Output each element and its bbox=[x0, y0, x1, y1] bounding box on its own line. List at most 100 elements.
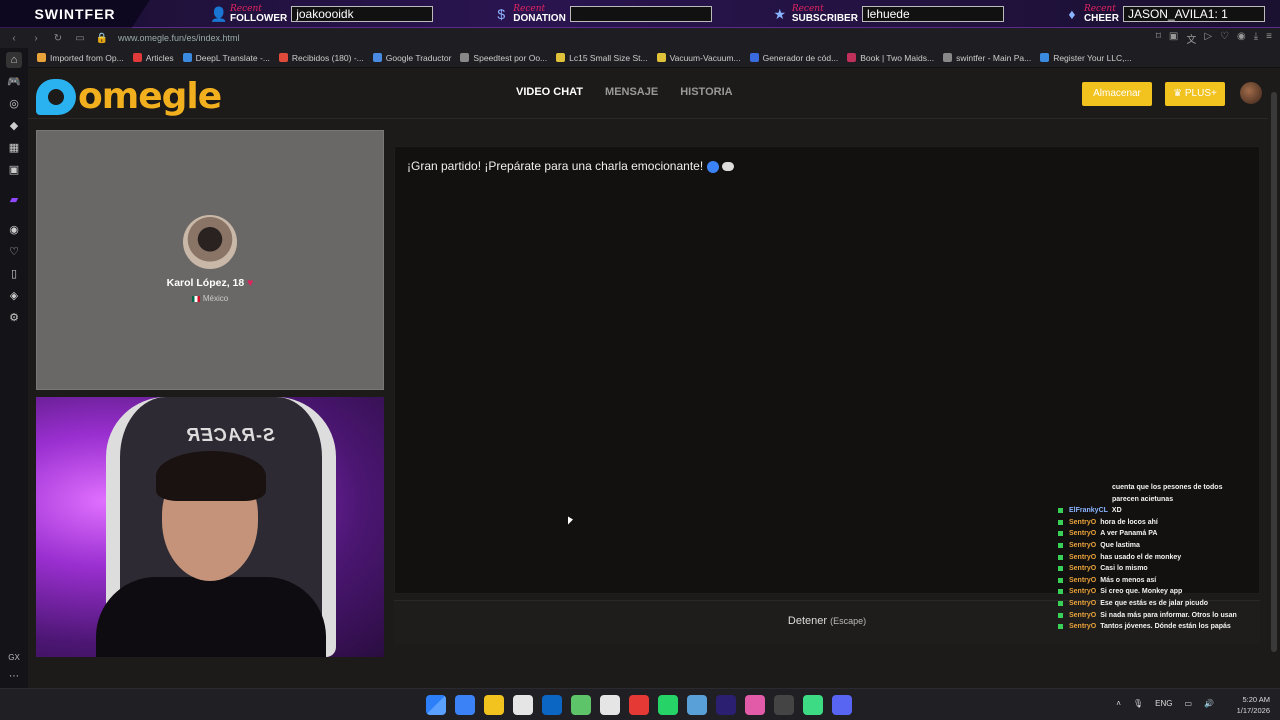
taskbar-app-icon[interactable] bbox=[484, 695, 504, 715]
lock-icon: 🔒 bbox=[95, 32, 109, 44]
menu-icon[interactable]: ≡ bbox=[1266, 31, 1272, 46]
chat-message: Casi lo mismo bbox=[1100, 565, 1148, 573]
book-icon[interactable]: ▯ bbox=[6, 266, 22, 282]
swirl-icon[interactable]: ◎ bbox=[6, 96, 22, 112]
bookmark-item[interactable]: Register Your LLC,... bbox=[1040, 52, 1132, 63]
taskbar-app-icon[interactable] bbox=[774, 695, 794, 715]
aria-icon[interactable]: ◆ bbox=[6, 118, 22, 134]
taskbar-app-icon[interactable] bbox=[542, 695, 562, 715]
overlay-kind-label: FOLLOWER bbox=[230, 12, 288, 24]
snapshot-icon[interactable]: ▣ bbox=[1169, 31, 1178, 46]
play-icon[interactable]: ◉ bbox=[6, 222, 22, 238]
taskbar-app-icon[interactable] bbox=[513, 695, 533, 715]
bookmark-item[interactable]: Speedtest por Oo... bbox=[460, 53, 547, 63]
chat-message: cuenta que los pesones de todos parecen … bbox=[1112, 484, 1223, 503]
clock-date: 1/17/2026 bbox=[1236, 706, 1270, 715]
network-icon[interactable]: ▭ bbox=[1184, 699, 1192, 708]
page-scrollbar[interactable] bbox=[1268, 68, 1280, 688]
bookmark-item[interactable]: Articles bbox=[132, 53, 174, 63]
taskbar-app-icon[interactable] bbox=[832, 695, 852, 715]
settings-icon[interactable]: ⚙ bbox=[6, 310, 22, 326]
taskbar-app-icon[interactable] bbox=[745, 695, 765, 715]
game-icon[interactable]: 🎮 bbox=[6, 74, 22, 90]
taskbar-app-icon[interactable] bbox=[455, 695, 475, 715]
bookmark-item[interactable]: Lc15 Small Size St... bbox=[556, 53, 648, 63]
forward-icon[interactable]: › bbox=[28, 33, 44, 44]
bookmark-item[interactable]: swintfer - Main Pa... bbox=[943, 53, 1031, 63]
bookmark-item[interactable]: Book | Two Maids... bbox=[847, 53, 934, 63]
badge-icon bbox=[1058, 542, 1063, 548]
taskbar-app-icon[interactable] bbox=[716, 695, 736, 715]
speech-bubble-icon bbox=[722, 162, 735, 172]
bookmark-favicon-icon bbox=[278, 53, 288, 62]
bookmark-label: swintfer - Main Pa... bbox=[956, 52, 1032, 63]
bookmark-favicon-icon bbox=[749, 53, 759, 62]
stranger-country-text: México bbox=[202, 294, 229, 303]
gx-label[interactable]: GX bbox=[8, 653, 20, 662]
taskbar-app-icon[interactable] bbox=[571, 695, 591, 715]
language-indicator[interactable]: ENG bbox=[1155, 699, 1172, 708]
bookmark-item[interactable]: DeepL Translate -... bbox=[182, 53, 270, 63]
taskbar-clock[interactable]: 5:20 AM 1/17/2026 bbox=[1237, 694, 1270, 716]
taskbar-app-icon[interactable] bbox=[600, 695, 620, 715]
heart-icon[interactable]: ♡ bbox=[1220, 31, 1229, 46]
translate-icon[interactable]: 文 bbox=[1186, 31, 1196, 46]
plus-button[interactable]: ♛ PLUS+ bbox=[1165, 82, 1225, 106]
drop-icon: ♦ bbox=[1068, 5, 1076, 22]
bookmark-favicon-icon bbox=[372, 53, 382, 62]
bookmark-item[interactable]: Recibidos (180) -... bbox=[278, 53, 364, 63]
nav-mensaje[interactable]: MENSAJE bbox=[605, 86, 658, 98]
nav-video-chat[interactable]: VIDEO CHAT bbox=[516, 86, 583, 98]
taskbar-app-icon[interactable] bbox=[629, 695, 649, 715]
chart-icon[interactable]: ▦ bbox=[6, 140, 22, 156]
chat-username: SentryO bbox=[1069, 553, 1097, 561]
diamond-icon[interactable]: ◈ bbox=[6, 288, 22, 304]
overlay-subscriber-value: lehuede bbox=[861, 5, 1004, 22]
chat-username: SentryO bbox=[1069, 530, 1097, 538]
chevron-up-icon[interactable]: ˄ bbox=[1116, 699, 1121, 708]
volume-icon[interactable]: 🔊 bbox=[1204, 699, 1214, 708]
bookmark-item[interactable]: Google Traductor bbox=[372, 53, 451, 63]
url-input[interactable]: www.omegle.fun/es/index.html bbox=[118, 33, 240, 43]
chat-line: SentryO Que lastima bbox=[1058, 540, 1248, 552]
omegle-logo-text: omegle bbox=[78, 76, 222, 117]
camera-icon[interactable]: ▭ bbox=[72, 33, 88, 44]
bookmark-label: Register Your LLC,... bbox=[1053, 52, 1132, 63]
twitch-icon[interactable]: ▰ bbox=[6, 192, 22, 208]
scrollbar-thumb[interactable] bbox=[1271, 92, 1277, 652]
play-icon[interactable]: ▷ bbox=[1204, 31, 1212, 46]
bookmark-favicon-icon bbox=[37, 53, 46, 62]
taskbar-app-icon[interactable] bbox=[658, 695, 678, 715]
download-icon[interactable]: ⤓ bbox=[1254, 31, 1258, 46]
more-icon[interactable]: ⋯ bbox=[9, 671, 19, 682]
extensions-icon[interactable]: ◉ bbox=[1237, 31, 1246, 46]
nav-historia[interactable]: HISTORIA bbox=[680, 86, 732, 98]
badge-icon bbox=[1058, 566, 1063, 572]
microphone-icon[interactable]: 🎙 bbox=[1133, 699, 1143, 708]
heart-icon[interactable]: ♡ bbox=[6, 244, 22, 260]
bookmark-item[interactable]: Imported from Op... bbox=[37, 53, 124, 63]
overlay-donation: $ Recent DONATION bbox=[493, 4, 712, 23]
windows-start-icon[interactable] bbox=[426, 695, 446, 715]
stream-overlay-bar: SWINTFER 👤 Recent FOLLOWER joakoooidk $ R… bbox=[0, 0, 1280, 28]
taskbar-apps bbox=[426, 695, 852, 715]
bookmark-item[interactable]: Vacuum-Vacuum... bbox=[656, 53, 741, 63]
chat-line: SentryO Más o menos así bbox=[1058, 575, 1248, 587]
taskbar-app-icon[interactable] bbox=[687, 695, 707, 715]
bookmark-favicon-icon bbox=[1040, 53, 1050, 62]
system-tray: ˄ 🎙 ENG ▭ 🔊 bbox=[1116, 699, 1214, 708]
user-avatar[interactable] bbox=[1240, 82, 1262, 104]
back-icon[interactable]: ‹ bbox=[6, 33, 22, 44]
store-button[interactable]: Almacenar bbox=[1082, 82, 1152, 106]
box-icon[interactable]: ▣ bbox=[6, 162, 22, 178]
taskbar-app-icon[interactable] bbox=[803, 695, 823, 715]
mexico-flag-icon bbox=[191, 295, 200, 302]
reload-icon[interactable]: ↻ bbox=[50, 33, 66, 44]
home-icon[interactable]: ⌂ bbox=[6, 52, 22, 68]
bookmark-favicon-icon bbox=[656, 53, 666, 62]
bookmark-icon[interactable]: ⌑ bbox=[1156, 31, 1161, 46]
heart-icon: ♥ bbox=[247, 277, 254, 289]
omegle-logo[interactable]: omegle bbox=[36, 76, 222, 117]
omegle-logo-icon bbox=[36, 78, 76, 115]
bookmark-item[interactable]: Generador de cód... bbox=[749, 53, 838, 63]
